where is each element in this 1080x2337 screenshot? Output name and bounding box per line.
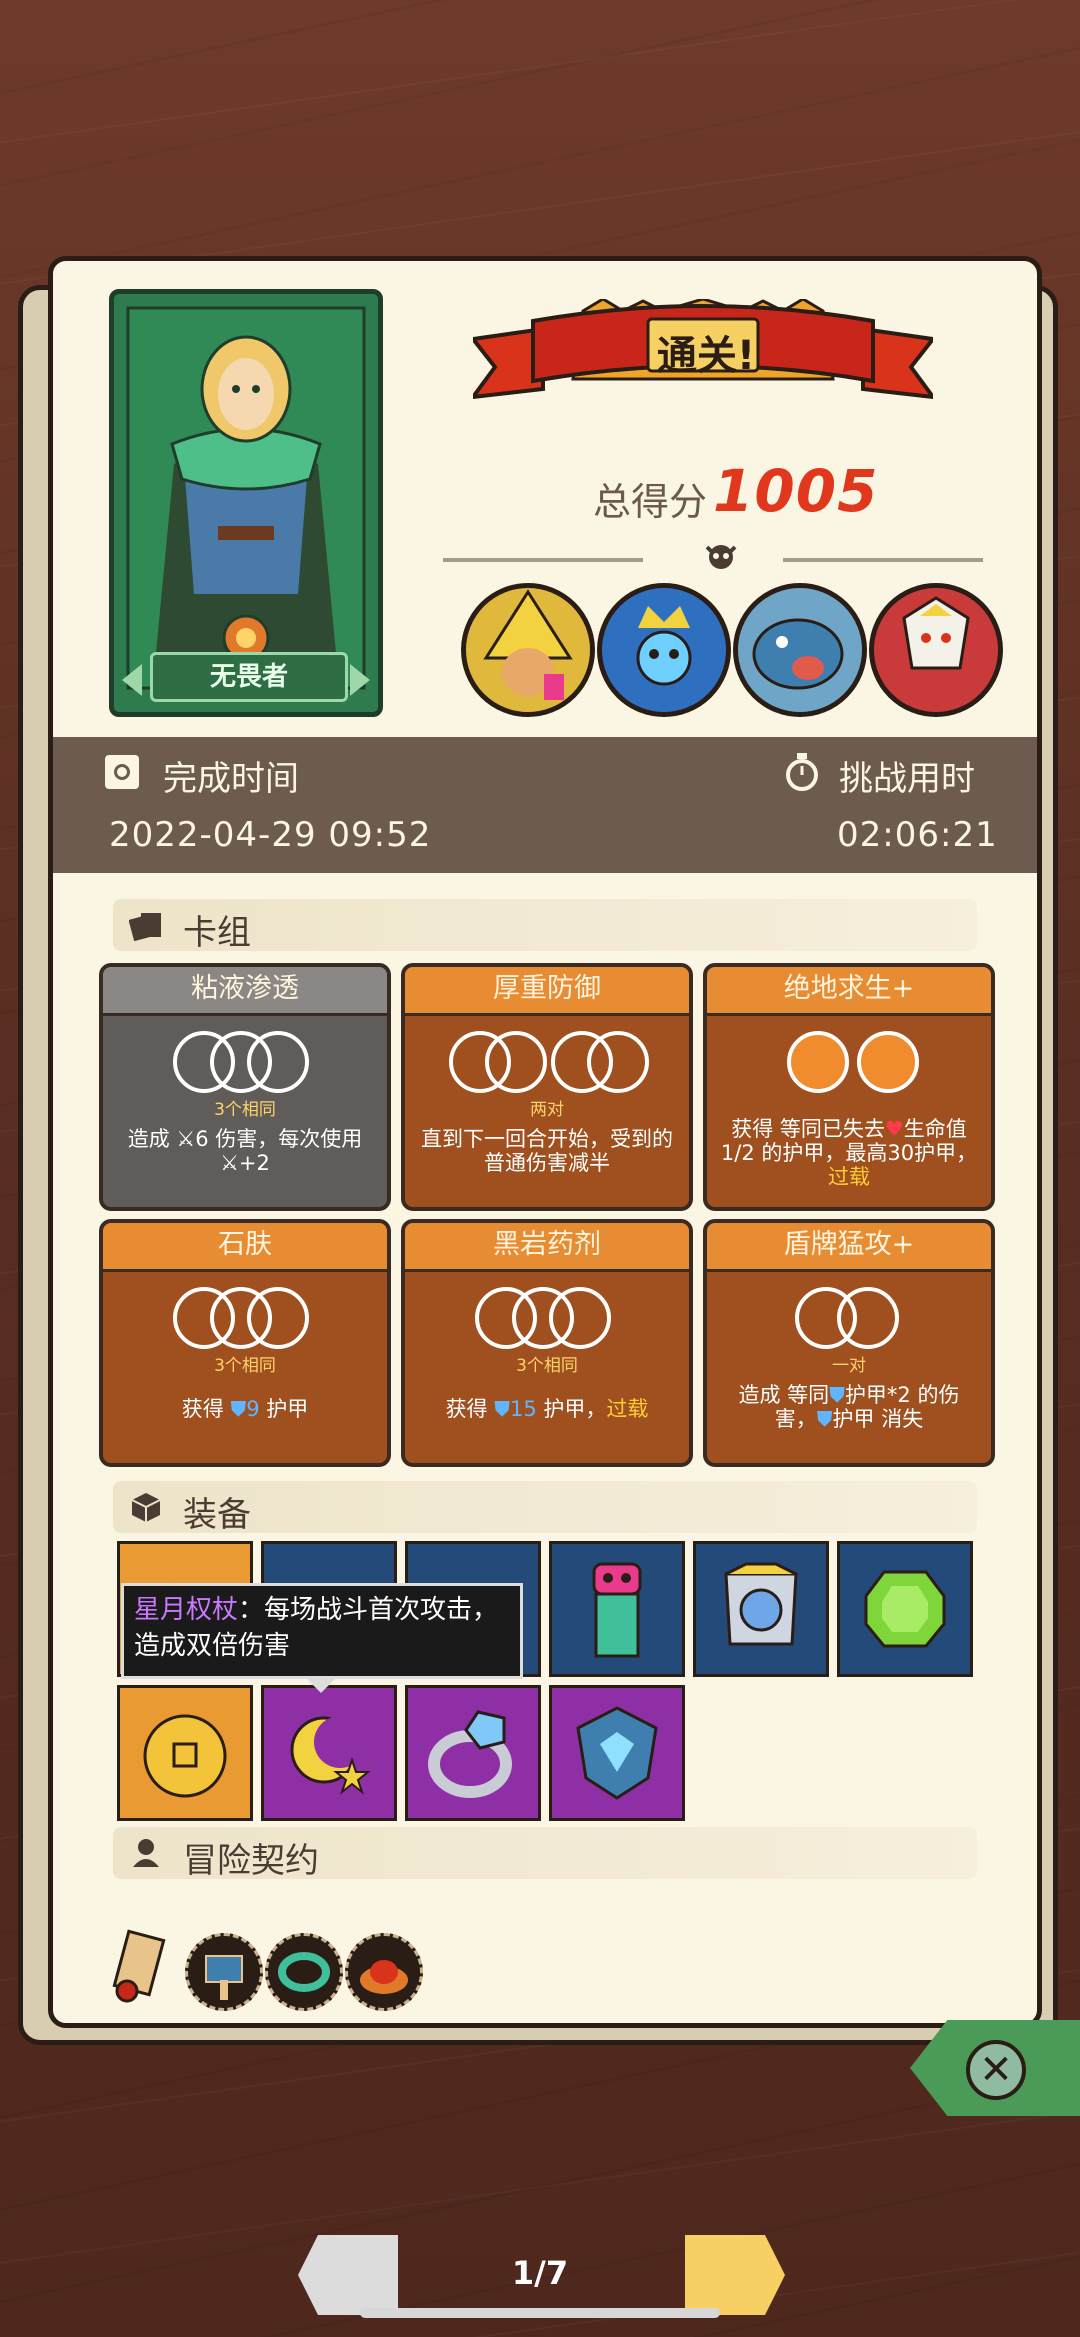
heart-icon: ♥ <box>884 1117 904 1141</box>
time-bar: 完成时间 2022-04-29 09:52 挑战用时 02:06:21 <box>53 737 1037 873</box>
hero-next-arrow[interactable] <box>350 664 370 696</box>
banner-text: 通关! <box>656 333 756 379</box>
card-slime-seep[interactable]: 粘液渗透 3个相同 造成 ⚔6 伤害，每次使用 ⚔+2 <box>99 963 391 1211</box>
score-value: 1005 <box>713 457 879 525</box>
contract-meat-icon[interactable] <box>345 1933 423 2011</box>
card-heavy-defense[interactable]: 厚重防御 两对 直到下一回合开始，受到的普通伤害减半 <box>401 963 693 1211</box>
card-requirement: 两对 <box>530 1100 564 1120</box>
card-title: 盾牌猛攻+ <box>707 1223 991 1272</box>
challenge-time-value: 02:06:21 <box>837 815 998 855</box>
dice-slots <box>405 1287 689 1349</box>
card-description: 造成 等同⛊护甲*2 的伤害，⛊护甲 消失 <box>738 1383 960 1431</box>
card-title: 黑岩药剂 <box>405 1223 689 1272</box>
hero-card[interactable]: 无畏者 <box>109 289 383 717</box>
stopwatch-icon <box>785 753 819 791</box>
hero-name: 无畏者 <box>150 652 348 702</box>
dice-slots <box>707 1287 991 1349</box>
card-title: 石肤 <box>103 1223 387 1272</box>
boss-portrait-2[interactable] <box>597 583 731 717</box>
moon-scepter-equipment[interactable] <box>261 1685 397 1821</box>
equipment-section-title: 装备 <box>183 1495 251 1535</box>
card-description: 造成 ⚔6 伤害，每次使用 ⚔+2 <box>127 1127 363 1175</box>
tooltip-pointer <box>307 1679 335 1693</box>
ring-equipment[interactable] <box>405 1685 541 1821</box>
armor-equipment[interactable] <box>693 1541 829 1677</box>
card-description: 直到下一回合开始，受到的普通伤害减半 <box>421 1127 673 1175</box>
totem-equipment[interactable] <box>549 1541 685 1677</box>
challenge-time-label: 挑战用时 <box>839 759 975 799</box>
crest-shield-equipment[interactable] <box>549 1685 685 1821</box>
boss-portrait-3[interactable] <box>733 583 867 717</box>
score-label: 总得分 <box>593 480 708 524</box>
card-title: 厚重防御 <box>405 967 689 1016</box>
card-last-stand-plus[interactable]: 绝地求生+ 获得 等同已失去♥生命值 1/2 的护甲，最高30护甲，过载 <box>703 963 995 1211</box>
result-panel: 无畏者 通关! 总得分 1005 完成时间 2022-04-29 09:52 挑… <box>48 256 1042 2028</box>
card-requirement: 3个相同 <box>516 1356 578 1376</box>
equipment-tooltip: 星月权杖：每场战斗首次攻击，造成双倍伤害 <box>121 1583 523 1679</box>
home-indicator <box>360 2308 720 2318</box>
card-shield-bash-plus[interactable]: 盾牌猛攻+ 一对 造成 等同⛊护甲*2 的伤害，⛊护甲 消失 <box>703 1219 995 1467</box>
person-icon <box>129 1837 163 1869</box>
coin-equipment[interactable] <box>117 1685 253 1821</box>
complete-time-value: 2022-04-29 09:52 <box>109 815 432 855</box>
contract-section-title: 冒险契约 <box>183 1841 319 1881</box>
equipment-section-header: 装备 <box>113 1481 977 1535</box>
divider-left <box>443 558 643 562</box>
card-description: 获得 ⛊15 护甲，过载 <box>445 1397 649 1421</box>
dice-slots <box>103 1031 387 1093</box>
card-requirement: 3个相同 <box>214 1356 276 1376</box>
card-title: 绝地求生+ <box>707 967 991 1016</box>
close-icon[interactable]: ✕ <box>966 2040 1026 2100</box>
deck-section-title: 卡组 <box>183 913 251 953</box>
gem-equipment[interactable] <box>837 1541 973 1677</box>
tooltip-item-name: 星月权杖 <box>134 1595 239 1625</box>
cards-icon <box>128 909 163 942</box>
deck-section-header: 卡组 <box>113 899 977 953</box>
prev-page-button[interactable] <box>298 2235 398 2315</box>
shield-icon: ⛊ <box>829 1383 845 1407</box>
card-blackrock-potion[interactable]: 黑岩药剂 3个相同 获得 ⛊15 护甲，过载 <box>401 1219 693 1467</box>
dice-slots <box>103 1287 387 1349</box>
card-description: 获得 等同已失去♥生命值 1/2 的护甲，最高30护甲，过载 <box>720 1117 978 1189</box>
divider-right <box>783 558 983 562</box>
card-stone-skin[interactable]: 石肤 3个相同 获得 ⛊9 护甲 <box>99 1219 391 1467</box>
scroll-icon[interactable] <box>103 1929 173 2007</box>
card-requirement: 一对 <box>832 1356 866 1376</box>
boss-portrait-4[interactable] <box>869 583 1003 717</box>
shield-icon: ⛊ <box>816 1407 833 1431</box>
contract-hammer-icon[interactable] <box>185 1933 263 2011</box>
complete-time-label: 完成时间 <box>163 759 299 799</box>
next-page-button[interactable] <box>685 2235 785 2315</box>
calendar-icon <box>105 755 139 789</box>
card-requirement: 3个相同 <box>214 1100 276 1120</box>
hero-prev-arrow[interactable] <box>122 664 142 696</box>
card-description: 获得 ⛊9 护甲 <box>181 1397 309 1421</box>
shield-icon: ⛊ <box>230 1397 247 1421</box>
shield-icon: ⛊ <box>494 1397 510 1421</box>
page-indicator: 1/7 <box>511 2254 569 2292</box>
boss-portrait-1[interactable] <box>461 583 595 717</box>
skull-icon <box>703 541 739 577</box>
hero-portrait <box>126 306 366 690</box>
dice-slots <box>707 1031 991 1093</box>
dice-slots <box>405 1031 689 1093</box>
card-title: 粘液渗透 <box>103 967 387 1016</box>
contract-section-header: 冒险契约 <box>113 1827 977 1881</box>
contract-bracelet-icon[interactable] <box>265 1933 343 2011</box>
cube-icon <box>129 1491 163 1523</box>
